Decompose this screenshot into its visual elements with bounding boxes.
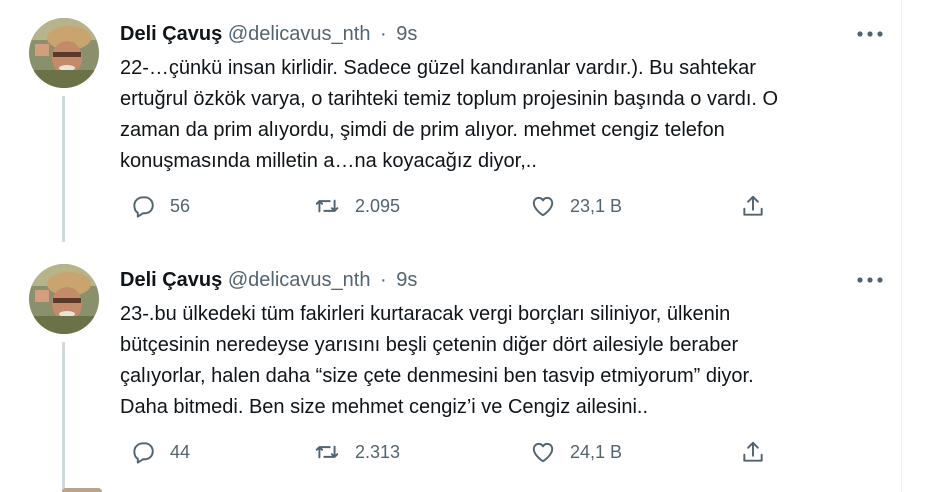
share-icon [743, 195, 763, 216]
heart-icon [532, 442, 554, 463]
tweet-text: 23-.bu ülkedeki tüm fakirleri kurtaracak… [120, 303, 754, 418]
author-name[interactable]: Deli Çavuş [120, 23, 222, 45]
more-button[interactable] [850, 22, 890, 46]
author-handle[interactable]: @delicavus_nth [228, 269, 371, 291]
thread-line [62, 96, 65, 242]
more-button[interactable] [850, 268, 890, 292]
heart-icon [532, 196, 554, 217]
tweet[interactable]: Deli Çavuş @delicavus_nth · 9s 23-.bu ül… [12, 246, 902, 492]
retweet-count: 2.095 [355, 195, 401, 216]
retweet-icon [315, 445, 339, 459]
like-button[interactable]: 23,1 B [530, 188, 622, 224]
like-button[interactable]: 24,1 B [530, 434, 622, 470]
avatar[interactable] [29, 264, 99, 334]
avatar[interactable] [29, 18, 99, 88]
avatar-photo [29, 264, 99, 334]
avatar-photo [29, 18, 99, 88]
retweet-icon [315, 199, 339, 213]
tweet-header: Deli Çavuş @delicavus_nth · 9s [120, 21, 417, 47]
like-count: 24,1 B [570, 441, 623, 462]
timeline: Deli Çavuş @delicavus_nth · 9s 22-…çünkü… [12, 0, 902, 492]
tweet[interactable]: Deli Çavuş @delicavus_nth · 9s 22-…çünkü… [12, 0, 902, 246]
reply-icon [133, 196, 154, 218]
next-avatar-peek [62, 488, 102, 492]
more-horizontal-icon [857, 277, 883, 283]
retweet-button[interactable]: 2.095 [313, 188, 400, 224]
retweet-count: 2.313 [355, 441, 401, 462]
share-icon [743, 441, 763, 462]
share-button[interactable] [740, 434, 766, 470]
reply-count: 56 [170, 195, 191, 216]
retweet-button[interactable]: 2.313 [313, 434, 400, 470]
reply-count: 44 [170, 441, 191, 462]
more-horizontal-icon [857, 31, 883, 37]
reply-button[interactable]: 56 [130, 188, 190, 224]
timestamp[interactable]: 9s [396, 23, 417, 45]
tweet-actions: 44 2.313 24,1 B [120, 434, 780, 470]
reply-button[interactable]: 44 [130, 434, 190, 470]
author-name[interactable]: Deli Çavuş [120, 269, 222, 291]
tweet-header: Deli Çavuş @delicavus_nth · 9s [120, 267, 417, 293]
separator: · [380, 23, 387, 45]
tweet-text: 22-…çünkü insan kirlidir. Sadece güzel k… [120, 57, 779, 172]
separator: · [380, 269, 387, 291]
thread-line [62, 342, 65, 492]
tweet-actions: 56 2.095 23,1 B [120, 188, 780, 224]
timestamp[interactable]: 9s [396, 269, 417, 291]
author-handle[interactable]: @delicavus_nth [228, 23, 371, 45]
like-count: 23,1 B [570, 195, 623, 216]
reply-icon [133, 442, 154, 464]
share-button[interactable] [740, 188, 766, 224]
